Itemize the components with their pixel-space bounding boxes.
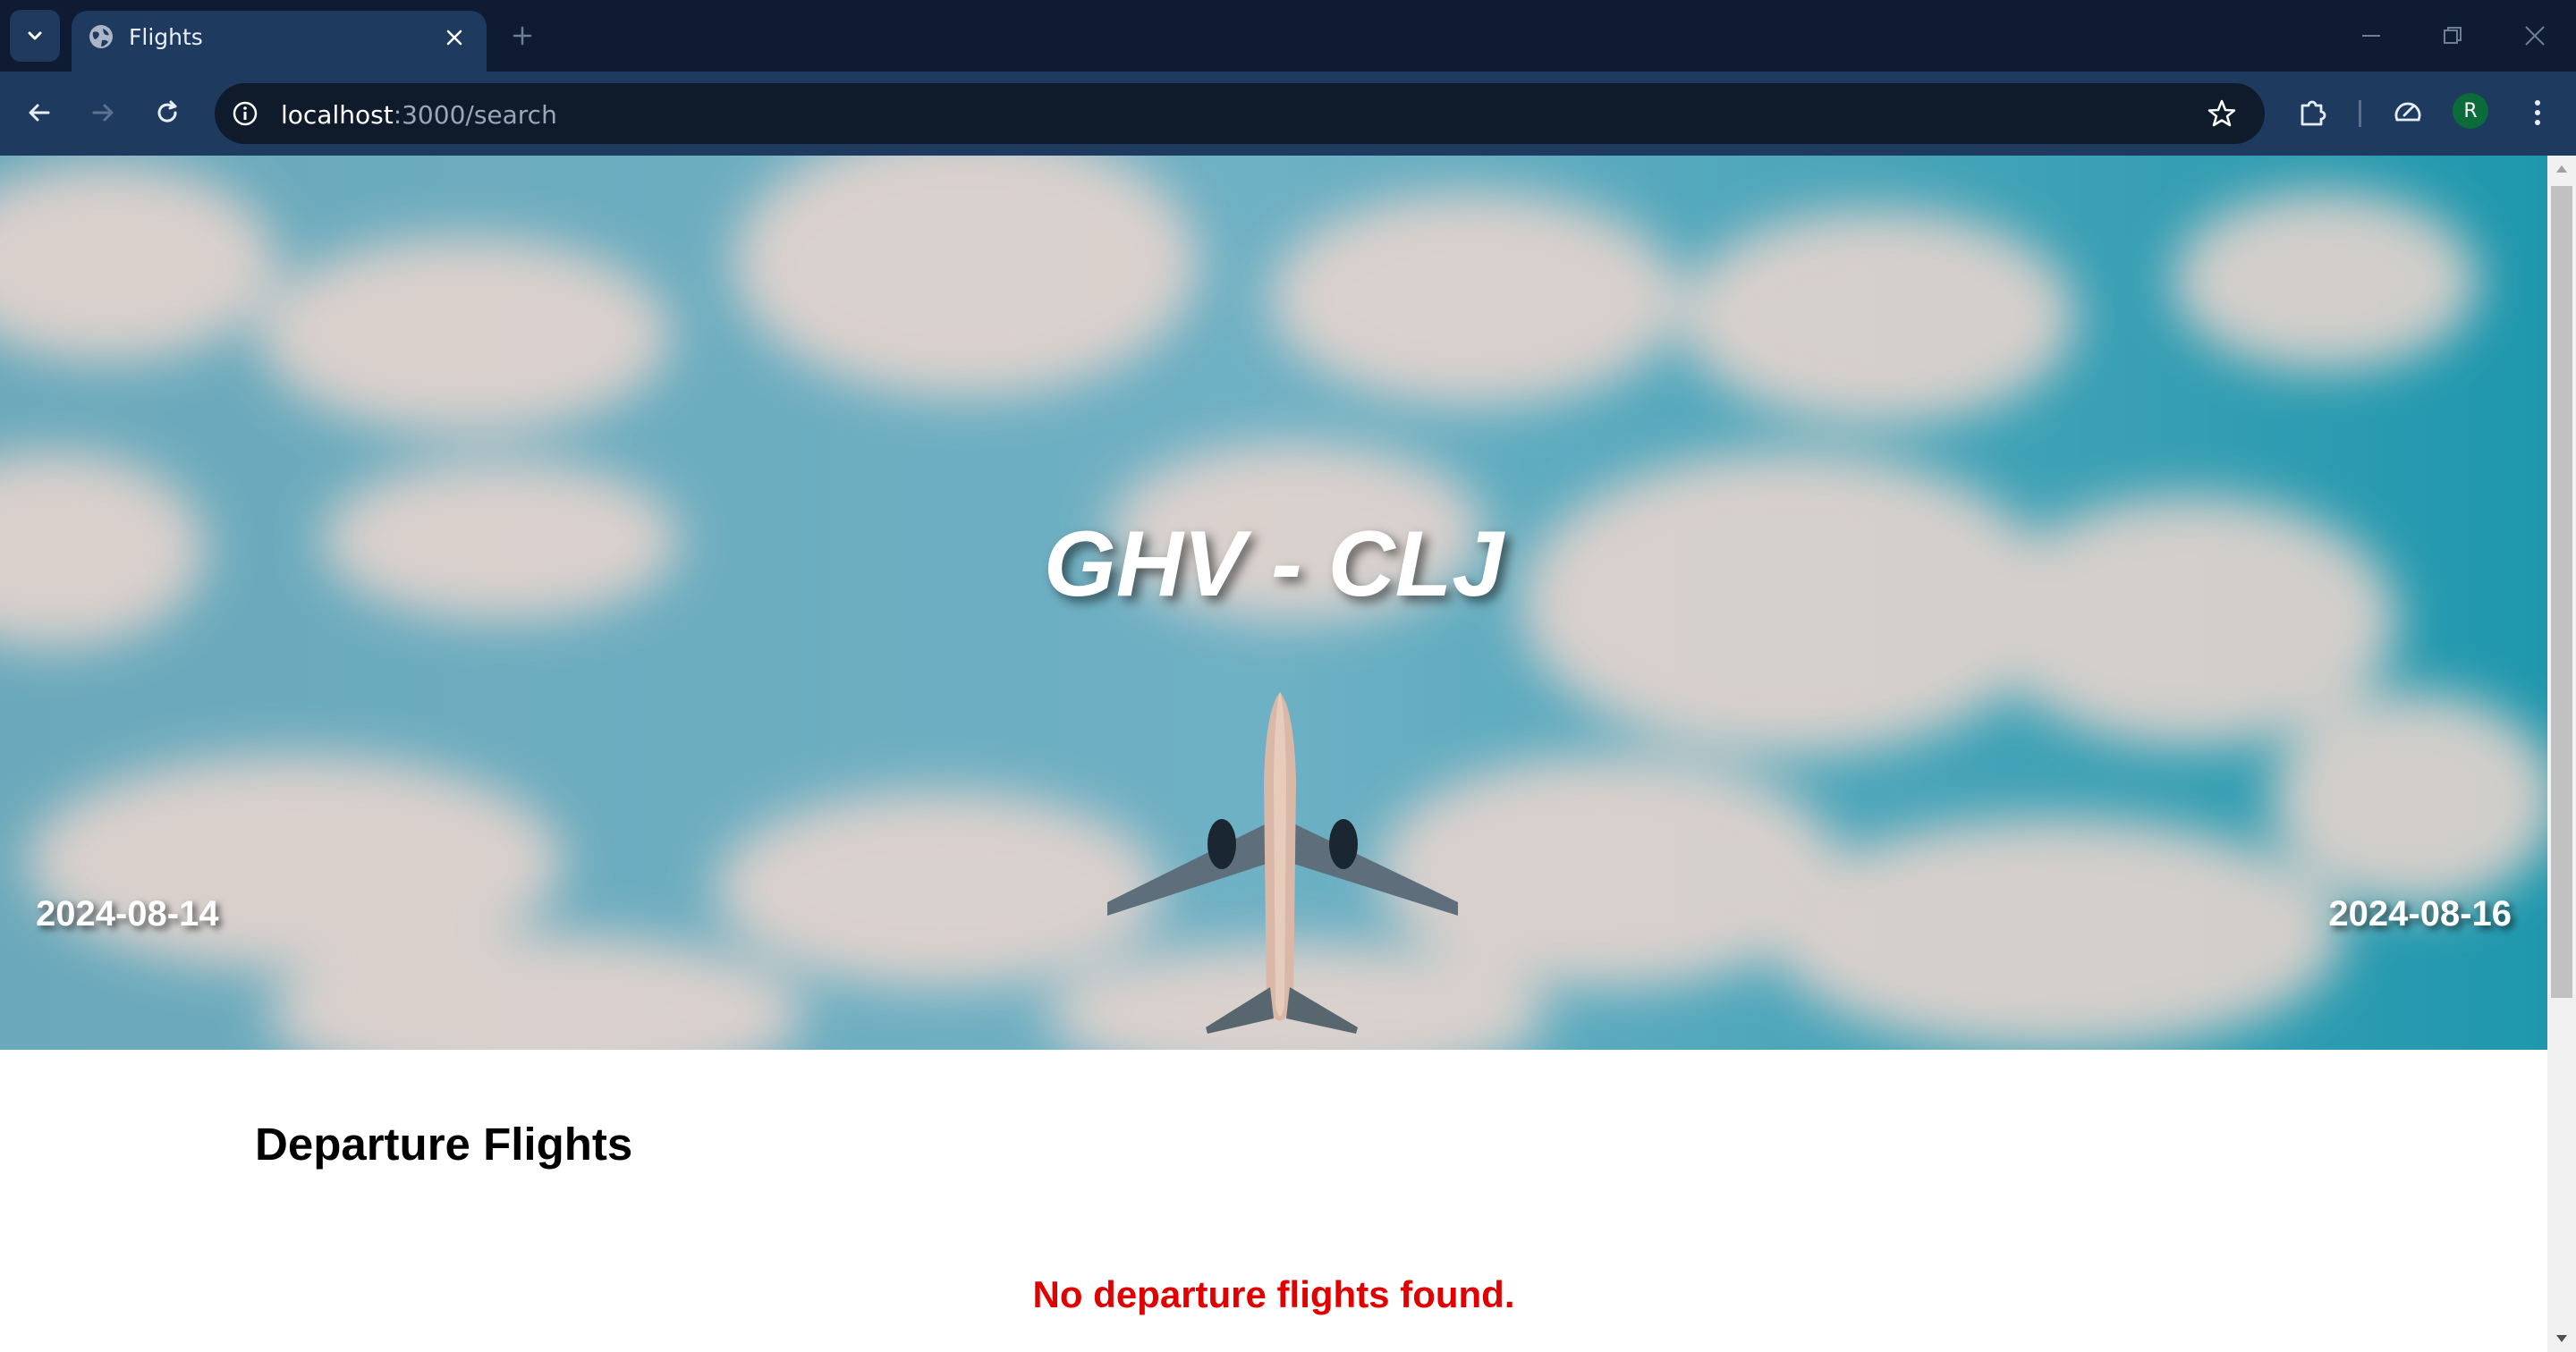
star-icon (2207, 99, 2236, 127)
window-close-button[interactable] (2513, 16, 2556, 55)
triangle-up-icon (2556, 165, 2567, 173)
no-flights-message: No departure flights found. (1032, 1273, 1515, 1315)
triangle-down-icon (2556, 1335, 2567, 1342)
bookmark-button[interactable] (2206, 97, 2238, 130)
return-date: 2024-08-16 (2328, 894, 2512, 934)
chevron-down-icon (28, 31, 42, 40)
restore-button[interactable] (2431, 16, 2474, 55)
puzzle-icon (2301, 100, 2326, 126)
minimize-button[interactable] (2350, 16, 2393, 55)
site-info-button[interactable] (227, 96, 263, 131)
route-title: GHV - CLJ (1043, 512, 1504, 616)
departure-flights-heading: Departure Flights (255, 1119, 633, 1170)
performance-button[interactable] (2386, 91, 2429, 134)
menu-button[interactable] (2516, 91, 2559, 134)
new-tab-button[interactable] (506, 20, 538, 52)
tab-strip: Flights (0, 0, 2576, 72)
globe-icon (89, 25, 113, 48)
address-bar[interactable]: localhost:3000/search (215, 83, 2265, 144)
gauge-icon (2394, 102, 2421, 122)
tab-close-button[interactable] (440, 23, 469, 52)
extensions-button[interactable] (2292, 91, 2334, 134)
page-viewport: GHV - CLJ 2024-08-14 2024-08-16 Departur… (0, 156, 2547, 1352)
close-icon (446, 30, 462, 46)
scroll-down-button[interactable] (2547, 1325, 2576, 1352)
arrow-right-icon (92, 104, 114, 122)
forward-button[interactable] (81, 91, 124, 134)
toolbar-divider (2359, 100, 2361, 127)
reload-button[interactable] (146, 91, 189, 134)
profile-avatar[interactable]: R (2453, 93, 2488, 129)
url-host: localhost (281, 100, 394, 130)
scrollbar-thumb[interactable] (2551, 186, 2572, 998)
scroll-up-button[interactable] (2547, 156, 2576, 182)
browser-toolbar: localhost:3000/search (0, 72, 2576, 156)
more-vert-icon (2535, 100, 2540, 125)
page-scrollbar[interactable] (2547, 156, 2576, 1352)
address-url: localhost:3000/search (281, 100, 557, 130)
minimize-icon (2362, 35, 2380, 37)
url-path: :3000/search (393, 100, 557, 130)
back-button[interactable] (18, 91, 61, 134)
browser-tab-flights[interactable]: Flights (72, 11, 487, 72)
tab-search-button[interactable] (10, 10, 60, 62)
hero-banner: GHV - CLJ 2024-08-14 2024-08-16 (0, 156, 2547, 1050)
info-icon (233, 101, 258, 126)
arrow-left-icon (29, 104, 50, 122)
close-icon (2525, 26, 2545, 46)
plus-icon (513, 26, 532, 46)
departure-date: 2024-08-14 (36, 894, 219, 934)
restore-icon (2444, 27, 2462, 44)
tab-title: Flights (129, 24, 203, 50)
reload-icon (157, 100, 177, 123)
